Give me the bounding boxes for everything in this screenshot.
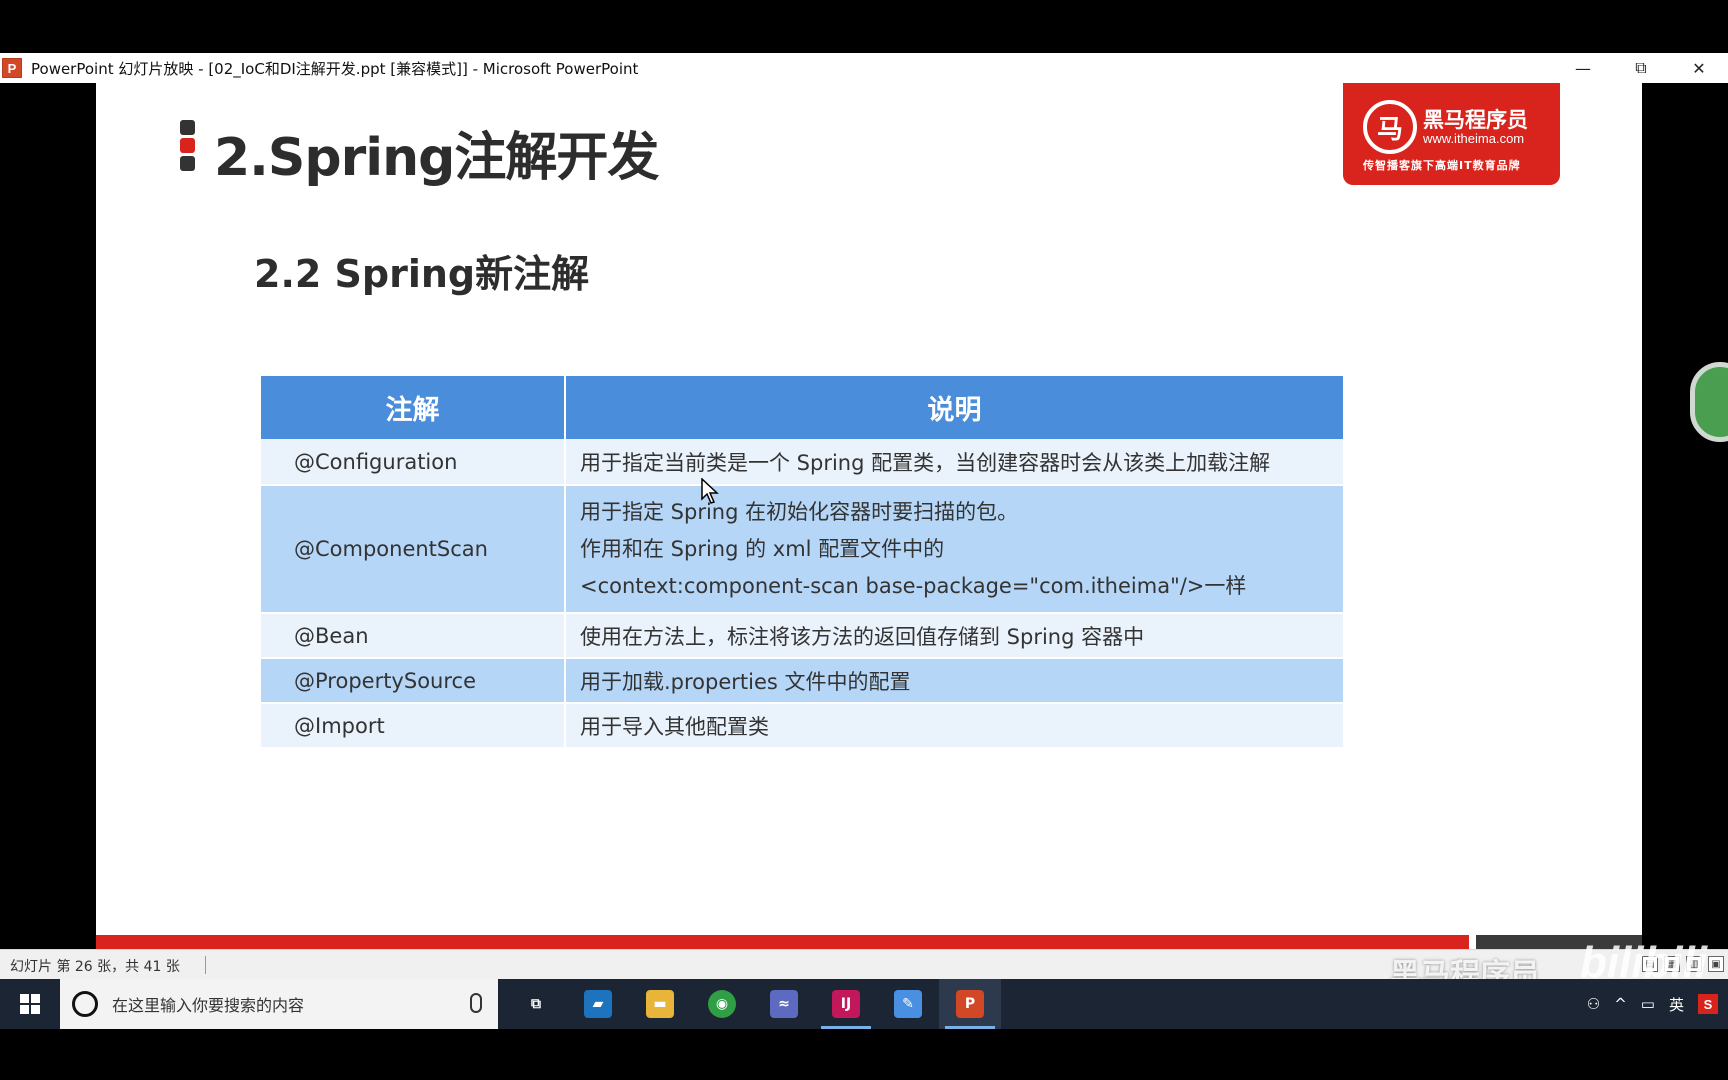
- description-cell: 用于导入其他配置类: [565, 703, 1343, 749]
- annotation-cell: @ComponentScan: [261, 485, 566, 614]
- chrome-button[interactable]: ◉: [691, 979, 753, 1029]
- description-line: <context:component-scan base-package="co…: [580, 573, 1247, 598]
- annotation-cell: @Bean: [261, 613, 566, 659]
- intellij-button[interactable]: IJ: [815, 979, 877, 1029]
- header-annotation: 注解: [261, 376, 566, 439]
- description-cell: 用于加载.properties 文件中的配置: [565, 658, 1343, 704]
- table-header-row: 注解 说明: [261, 376, 1343, 439]
- ime-indicator[interactable]: 英: [1669, 994, 1684, 1015]
- paint-button[interactable]: ✎: [877, 979, 939, 1029]
- remote-desktop-icon: ▰: [584, 990, 612, 1018]
- annotation-cell: @Configuration: [261, 439, 566, 486]
- description-cell: 使用在方法上，标注将该方法的返回值存储到 Spring 容器中: [565, 613, 1343, 659]
- slide-subtitle: 2.2 Spring新注解: [254, 252, 590, 296]
- itheima-logo: 马 黑马程序员 www.itheima.com 传智播客旗下高端IT教育品牌: [1343, 83, 1560, 185]
- description-cell: 用于指定 Spring 在初始化容器时要扫描的包。 作用和在 Spring 的 …: [565, 485, 1343, 614]
- people-icon[interactable]: ⚇: [1587, 995, 1600, 1013]
- description-line: 作用和在 Spring 的 xml 配置文件中的: [580, 536, 945, 561]
- file-explorer-button[interactable]: ▬: [629, 979, 691, 1029]
- tray-chevron-icon[interactable]: ^: [1614, 995, 1627, 1013]
- task-view-button[interactable]: ⧉: [505, 979, 567, 1029]
- table-row: @Bean 使用在方法上，标注将该方法的返回值存储到 Spring 容器中: [261, 613, 1343, 659]
- annotation-cell: @Import: [261, 703, 566, 749]
- system-tray: ⚇ ^ ▭ 英 S: [1587, 979, 1728, 1029]
- window-title: PowerPoint 幻灯片放映 - [02_IoC和DI注解开发.ppt [兼…: [31, 59, 639, 78]
- powerpoint-button[interactable]: P: [939, 979, 1001, 1029]
- description-cell: 用于指定当前类是一个 Spring 配置类，当创建容器时会从该类上加载注解: [565, 439, 1343, 486]
- powerpoint-app-icon[interactable]: P: [2, 58, 22, 78]
- slide-counter: 幻灯片 第 26 张，共 41 张: [10, 959, 180, 975]
- powerpoint-icon: P: [956, 990, 984, 1018]
- paint-icon: ✎: [894, 990, 922, 1018]
- screen: P PowerPoint 幻灯片放映 - [02_IoC和DI注解开发.ppt …: [0, 0, 1728, 1080]
- close-button[interactable]: ✕: [1670, 53, 1728, 83]
- remote-desktop-button[interactable]: ▰: [567, 979, 629, 1029]
- minimize-button[interactable]: —: [1554, 53, 1612, 83]
- slideshow-view-icon[interactable]: ▣: [1708, 956, 1724, 972]
- search-placeholder: 在这里输入你要搜索的内容: [112, 996, 305, 1015]
- slide-footer-bar: [96, 935, 1469, 949]
- sogou-input-icon[interactable]: S: [1698, 994, 1718, 1014]
- windows-logo-icon: [20, 994, 40, 1014]
- logo-slogan: 传智播客旗下高端IT教育品牌: [1363, 159, 1521, 172]
- header-description: 说明: [565, 376, 1343, 439]
- taskbar-search-box[interactable]: 在这里输入你要搜索的内容: [60, 979, 498, 1029]
- taskbar: 在这里输入你要搜索的内容 ⧉ ▰ ▬ ◉ ≈ IJ ✎ P ⚇ ^ ▭ 英 S: [0, 979, 1728, 1029]
- slide[interactable]: 2.Spring注解开发 2.2 Spring新注解 马 黑马程序员 www.i…: [96, 83, 1642, 949]
- table-row: @Configuration 用于指定当前类是一个 Spring 配置类，当创建…: [261, 439, 1343, 486]
- table-row: @Import 用于导入其他配置类: [261, 703, 1343, 749]
- network-icon[interactable]: ▭: [1641, 995, 1655, 1013]
- microphone-icon[interactable]: [470, 993, 482, 1013]
- restore-button[interactable]: ⧉: [1612, 53, 1670, 83]
- dolphin-icon: ≈: [770, 990, 798, 1018]
- floating-chat-icon[interactable]: [1690, 362, 1728, 442]
- logo-url: www.itheima.com: [1423, 131, 1525, 146]
- window-controls: — ⧉ ✕: [1554, 53, 1728, 83]
- window-title-bar[interactable]: P PowerPoint 幻灯片放映 - [02_IoC和DI注解开发.ppt …: [0, 53, 1728, 83]
- status-divider: [205, 956, 206, 974]
- intellij-icon: IJ: [832, 990, 860, 1018]
- title-bullet-icon: [180, 120, 195, 174]
- table-row: @PropertySource 用于加载.properties 文件中的配置: [261, 658, 1343, 704]
- description-line: 用于指定 Spring 在初始化容器时要扫描的包。: [580, 499, 1019, 524]
- table-row: @ComponentScan 用于指定 Spring 在初始化容器时要扫描的包。…: [261, 485, 1343, 614]
- file-explorer-icon: ▬: [646, 990, 674, 1018]
- cortana-icon: [72, 991, 98, 1017]
- annotation-table: 注解 说明 @Configuration 用于指定当前类是一个 Spring 配…: [261, 376, 1343, 749]
- slide-title: 2.Spring注解开发: [214, 128, 659, 188]
- start-button[interactable]: [0, 979, 60, 1029]
- taskbar-apps: ⧉ ▰ ▬ ◉ ≈ IJ ✎ P: [505, 979, 1001, 1029]
- annotation-cell: @PropertySource: [261, 658, 566, 704]
- task-view-icon: ⧉: [531, 996, 541, 1012]
- chrome-icon: ◉: [708, 990, 736, 1018]
- logo-name: 黑马程序员: [1423, 108, 1528, 132]
- horse-logo-icon: 马: [1363, 100, 1417, 154]
- dolphin-button[interactable]: ≈: [753, 979, 815, 1029]
